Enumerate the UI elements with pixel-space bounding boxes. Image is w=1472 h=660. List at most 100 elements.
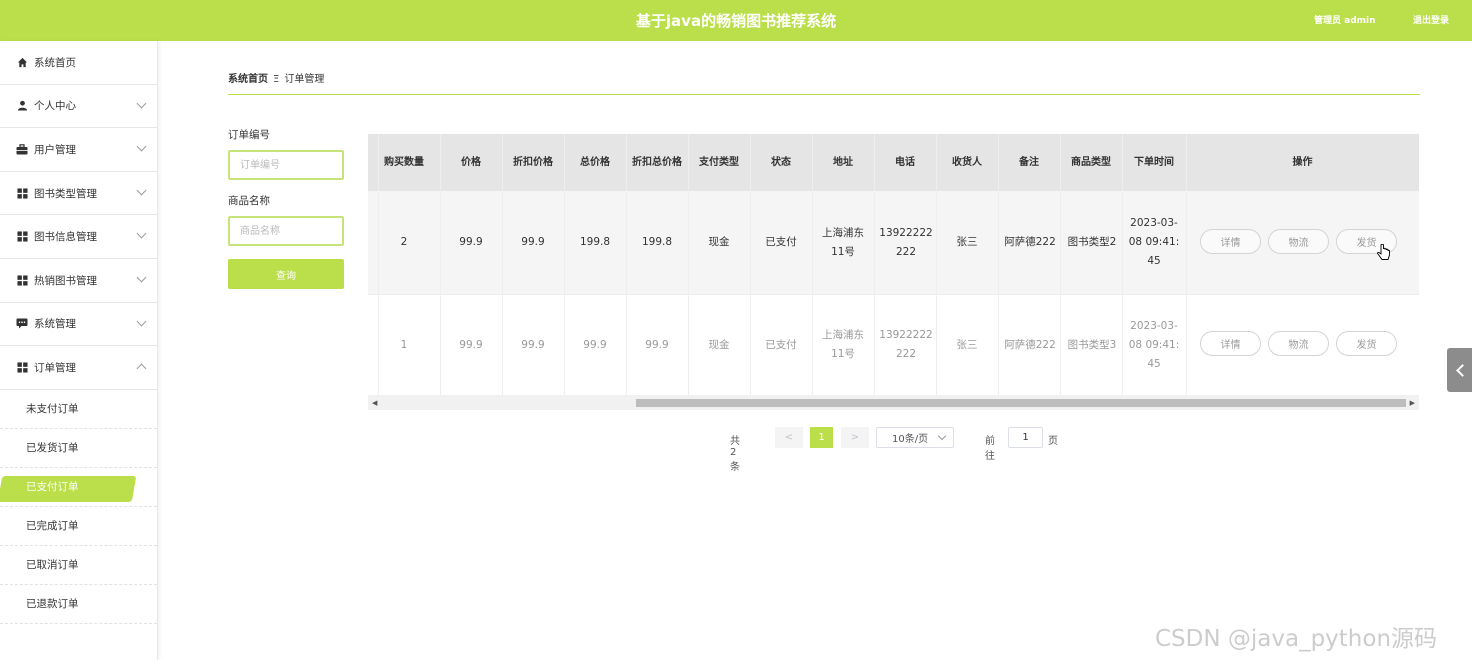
col-header-total: 总价格 bbox=[580, 157, 610, 168]
scrollbar-thumb[interactable] bbox=[636, 399, 1406, 407]
cell-remark: 阿萨德222 bbox=[1004, 338, 1056, 351]
horizontal-scrollbar[interactable]: ◀ ▶ bbox=[368, 395, 1419, 410]
sidebar-item-book-info[interactable]: 图书信息管理 bbox=[0, 215, 157, 259]
col-header-category: 商品类型 bbox=[1071, 157, 1111, 168]
chevron-down-icon bbox=[136, 316, 147, 327]
sidebar-item-orders[interactable]: 订单管理 bbox=[0, 346, 157, 390]
sidebar-item-system[interactable]: 系统管理 bbox=[0, 303, 157, 347]
cell-status: 已支付 bbox=[765, 338, 797, 351]
sidebar-item-label: 热销图书管理 bbox=[34, 274, 97, 287]
briefcase-icon bbox=[16, 143, 28, 155]
sidebar-item-label: 个人中心 bbox=[34, 100, 76, 113]
column-divider bbox=[812, 134, 813, 395]
query-button[interactable]: 查询 bbox=[228, 259, 344, 289]
sidebar-item-label: 图书类型管理 bbox=[34, 187, 97, 200]
top-header: 基于java的畅销图书推荐系统 管理员 admin 退出登录 bbox=[0, 0, 1472, 41]
cell-address: 上海浦东11号 bbox=[822, 226, 864, 258]
column-divider bbox=[440, 134, 441, 395]
side-panel-toggle[interactable] bbox=[1447, 348, 1472, 392]
goto-page-input[interactable] bbox=[1008, 427, 1043, 448]
page-size-select[interactable]: 10条/页 bbox=[876, 427, 954, 448]
logistics-button[interactable]: 物流 bbox=[1268, 331, 1329, 356]
sidebar-item-label: 系统首页 bbox=[34, 56, 76, 69]
cell-discount-price: 99.9 bbox=[521, 236, 545, 248]
goto-label: 前往 bbox=[985, 436, 995, 462]
column-divider bbox=[378, 134, 379, 395]
col-header-actions: 操作 bbox=[1292, 157, 1313, 168]
column-divider bbox=[750, 134, 751, 395]
column-divider bbox=[874, 134, 875, 395]
column-divider bbox=[626, 134, 627, 395]
col-header-time: 下单时间 bbox=[1134, 157, 1174, 168]
submenu-item-label: 已退款订单 bbox=[26, 598, 79, 611]
sidebar-item-hot-books[interactable]: 热销图书管理 bbox=[0, 259, 157, 303]
chevron-down-icon bbox=[136, 141, 147, 152]
page-number-current[interactable]: 1 bbox=[810, 427, 833, 448]
table-header: 购买数量 价格 折扣价格 总价格 折扣总价格 支付类型 状态 地址 电话 收货人… bbox=[368, 134, 1419, 191]
submenu-item-label: 已完成订单 bbox=[26, 520, 79, 533]
sidebar-item-label: 系统管理 bbox=[34, 318, 76, 331]
chevron-left-icon bbox=[1455, 363, 1469, 377]
submenu-item-paid[interactable]: 已支付订单 bbox=[0, 468, 157, 507]
cell-discount-total: 199.8 bbox=[641, 236, 673, 248]
col-header-discount-price: 折扣价格 bbox=[513, 157, 553, 168]
col-header-remark: 备注 bbox=[1019, 157, 1039, 168]
cell-phone: 13922222222 bbox=[879, 226, 933, 258]
col-header-address: 地址 bbox=[833, 157, 853, 168]
detail-button[interactable]: 详情 bbox=[1200, 229, 1261, 254]
order-no-input[interactable] bbox=[228, 150, 344, 180]
submenu-item-refunded[interactable]: 已退款订单 bbox=[0, 585, 157, 624]
sidebar-item-label: 用户管理 bbox=[34, 143, 76, 156]
ship-button[interactable]: 发货 bbox=[1336, 331, 1397, 356]
app-title: 基于java的畅销图书推荐系统 bbox=[635, 12, 837, 30]
submenu-item-cancelled[interactable]: 已取消订单 bbox=[0, 546, 157, 585]
sidebar-item-home[interactable]: 系统首页 bbox=[0, 41, 157, 85]
scroll-left-icon[interactable]: ◀ bbox=[372, 399, 377, 407]
product-name-input[interactable] bbox=[228, 216, 344, 246]
column-divider bbox=[564, 134, 565, 395]
cell-status: 已支付 bbox=[765, 236, 797, 248]
goto-unit-label: 页 bbox=[1048, 436, 1058, 447]
logout-link[interactable]: 退出登录 bbox=[1413, 13, 1449, 26]
chevron-down-icon bbox=[136, 272, 147, 283]
cell-remark: 阿萨德222 bbox=[1004, 236, 1056, 248]
column-divider bbox=[936, 134, 937, 395]
chevron-down-icon bbox=[937, 431, 947, 441]
sidebar-item-label: 订单管理 bbox=[34, 361, 76, 374]
sidebar-item-personal[interactable]: 个人中心 bbox=[0, 85, 157, 129]
prev-page-button[interactable]: < bbox=[775, 427, 803, 448]
scroll-right-icon[interactable]: ▶ bbox=[1410, 399, 1415, 407]
orders-table: 购买数量 价格 折扣价格 总价格 折扣总价格 支付类型 状态 地址 电话 收货人… bbox=[368, 134, 1419, 410]
cell-time: 2023-03-08 09:41:45 bbox=[1128, 319, 1180, 370]
order-no-label: 订单编号 bbox=[228, 129, 270, 141]
submenu-item-shipped[interactable]: 已发货订单 bbox=[0, 429, 157, 468]
submenu-item-label: 未支付订单 bbox=[26, 403, 79, 416]
column-divider bbox=[1186, 134, 1187, 395]
detail-button[interactable]: 详情 bbox=[1200, 331, 1261, 356]
column-divider bbox=[502, 134, 503, 395]
cell-phone: 13922222222 bbox=[879, 329, 933, 360]
breadcrumb-separator: Ξ bbox=[273, 74, 280, 85]
sidebar-item-book-type[interactable]: 图书类型管理 bbox=[0, 172, 157, 216]
breadcrumb-current: 订单管理 bbox=[284, 74, 325, 85]
hand-cursor-icon bbox=[1377, 243, 1391, 266]
breadcrumb-home[interactable]: 系统首页 bbox=[228, 74, 268, 85]
next-page-button[interactable]: > bbox=[841, 427, 869, 448]
sidebar-item-users[interactable]: 用户管理 bbox=[0, 128, 157, 172]
cell-receiver: 张三 bbox=[956, 338, 978, 351]
logistics-button[interactable]: 物流 bbox=[1268, 229, 1329, 254]
cell-total: 99.9 bbox=[583, 338, 607, 351]
page-size-value: 10条/页 bbox=[892, 434, 929, 445]
cell-price: 99.9 bbox=[459, 338, 483, 351]
watermark: CSDN @java_python源码 bbox=[1155, 626, 1438, 652]
column-divider bbox=[688, 134, 689, 395]
column-divider bbox=[998, 134, 999, 395]
grid-icon bbox=[16, 361, 28, 373]
submenu-item-unpaid[interactable]: 未支付订单 bbox=[0, 390, 157, 429]
chat-icon bbox=[16, 318, 28, 330]
col-header-phone: 电话 bbox=[895, 157, 915, 168]
table-row: 1 99.9 99.9 99.9 99.9 现金 已支付 上海浦东11号 139… bbox=[368, 294, 1419, 395]
cell-receiver: 张三 bbox=[956, 236, 978, 248]
sidebar-item-label: 图书信息管理 bbox=[34, 231, 97, 244]
submenu-item-completed[interactable]: 已完成订单 bbox=[0, 507, 157, 546]
